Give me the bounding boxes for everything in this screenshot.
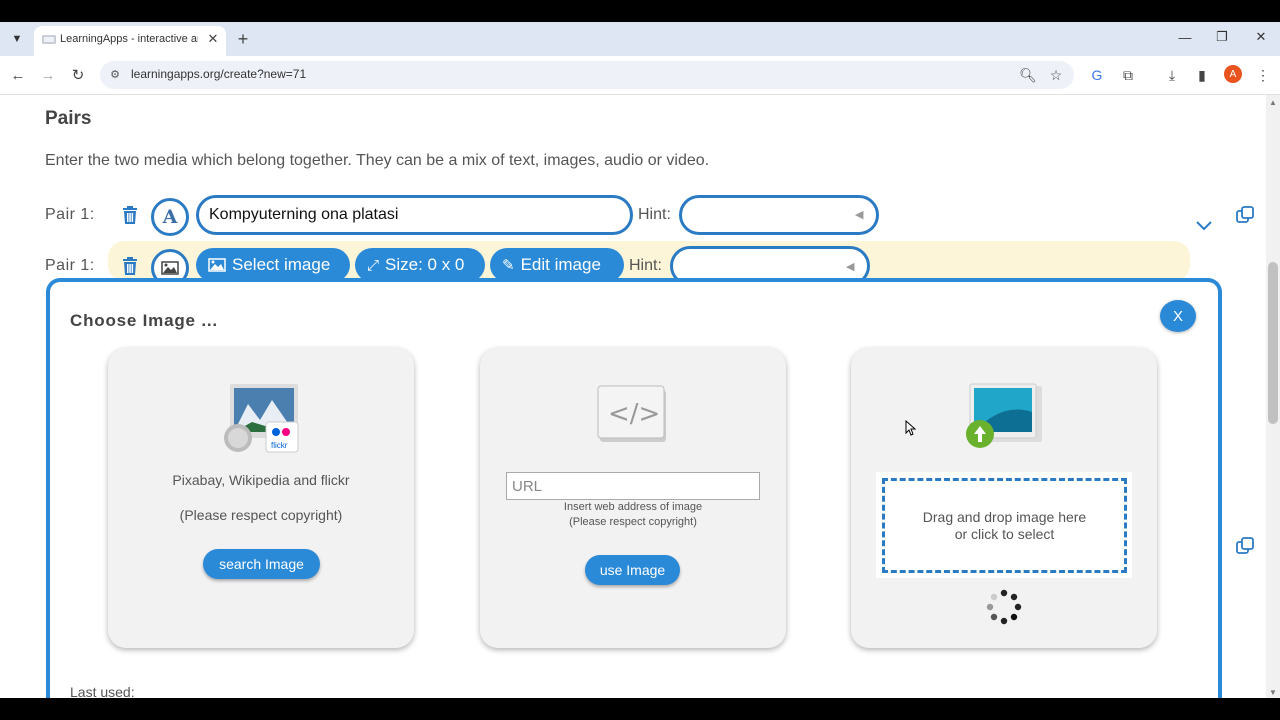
url-copyright: (Please respect copyright) [569,516,697,528]
edit-icon: ✎ [502,257,515,274]
page-title: Pairs [45,108,92,129]
edit-image-label: Edit image [520,255,601,274]
url-note: Insert web address of image [563,501,703,513]
upload-image-icon [966,383,1042,448]
back-icon[interactable]: ← [5,62,31,88]
trash-icon[interactable] [119,254,141,278]
svg-text:flickr: flickr [271,441,288,450]
scrollbar-thumb[interactable] [1268,262,1278,424]
copy-icon[interactable] [1235,536,1255,556]
new-tab-icon[interactable]: + [232,28,254,50]
side-panel-icon[interactable]: ▮ [1189,62,1215,88]
tab-title: LearningApps - interactive and [60,33,198,45]
tab-favicon-icon [42,35,56,44]
tab-search-dropdown[interactable]: ▼ [6,28,28,50]
photo-library-icon: flickr [224,384,299,453]
url-input[interactable]: URL [506,472,760,500]
resize-icon: ⤢ [367,256,380,274]
text-type-icon[interactable]: A [151,198,189,236]
loading-spinner-icon [986,589,1022,625]
search-image-button[interactable]: search Image [203,549,320,579]
card1-copyright: (Please respect copyright) [179,507,343,523]
dropzone-line2: or click to select [954,525,1055,542]
top-black-bar [0,0,1280,22]
download-icon[interactable]: ⤓ [1159,62,1185,88]
url-text[interactable]: learningapps.org/create?new=71 [131,67,306,81]
use-image-button[interactable]: use Image [585,555,680,585]
hint-label: Hint: [638,206,671,223]
scroll-down-icon[interactable]: ▼ [1266,686,1280,698]
image-icon [208,258,226,272]
svg-text:</>: </> [608,399,660,429]
restore-icon[interactable]: ❐ [1207,26,1237,48]
window-close-icon[interactable]: ✕ [1246,26,1276,48]
bookmark-star-icon[interactable]: ☆ [1043,62,1069,88]
size-label: Size: 0 x 0 [385,255,465,274]
mouse-cursor-icon [905,420,917,436]
pair-label: Pair 1: [45,257,95,274]
hint-label: Hint: [629,257,662,274]
copy-icon[interactable] [1235,205,1255,225]
menu-kebab-icon[interactable]: ⋮ [1250,62,1276,88]
size-button[interactable]: ⤢ Size: 0 x 0 [355,248,485,282]
trash-icon[interactable] [119,203,141,227]
minimize-icon[interactable]: — [1170,26,1200,48]
extensions-icon[interactable]: ⧉ [1115,62,1141,88]
pair-label: Pair 1: [45,206,95,223]
select-image-button[interactable]: Select image [196,248,350,282]
translate-icon[interactable]: G [1084,62,1110,88]
tab-close-icon[interactable]: ✕ [204,30,222,48]
scroll-up-icon[interactable]: ▲ [1266,96,1280,108]
speaker-icon[interactable]: ◀ [846,260,854,273]
dropzone-line1: Drag and drop image here [922,508,1087,525]
bottom-black-bar [0,698,1280,720]
image-dropzone[interactable]: Drag and drop image here or click to sel… [882,478,1127,573]
code-icon: </> [597,385,666,442]
edit-image-button[interactable]: ✎ Edit image [490,248,624,282]
chevron-down-icon[interactable] [1194,216,1214,236]
select-image-label: Select image [232,255,331,274]
pair1-text-input[interactable]: Kompyuterning ona platasi [196,195,633,235]
speaker-icon[interactable]: ◀ [855,208,863,221]
forward-icon[interactable]: → [35,62,61,88]
dialog-close-button[interactable]: X [1160,300,1196,332]
site-info-icon[interactable]: ⚙ [108,67,122,81]
reload-icon[interactable]: ↻ [65,62,91,88]
zoom-icon[interactable]: 🔍︎ [1015,62,1041,88]
profile-avatar[interactable]: A [1224,65,1242,83]
hint-input[interactable] [679,195,879,235]
card1-sources: Pixabay, Wikipedia and flickr [172,472,350,488]
dialog-title: Choose Image ... [70,311,218,330]
intro-text: Enter the two media which belong togethe… [45,152,710,169]
